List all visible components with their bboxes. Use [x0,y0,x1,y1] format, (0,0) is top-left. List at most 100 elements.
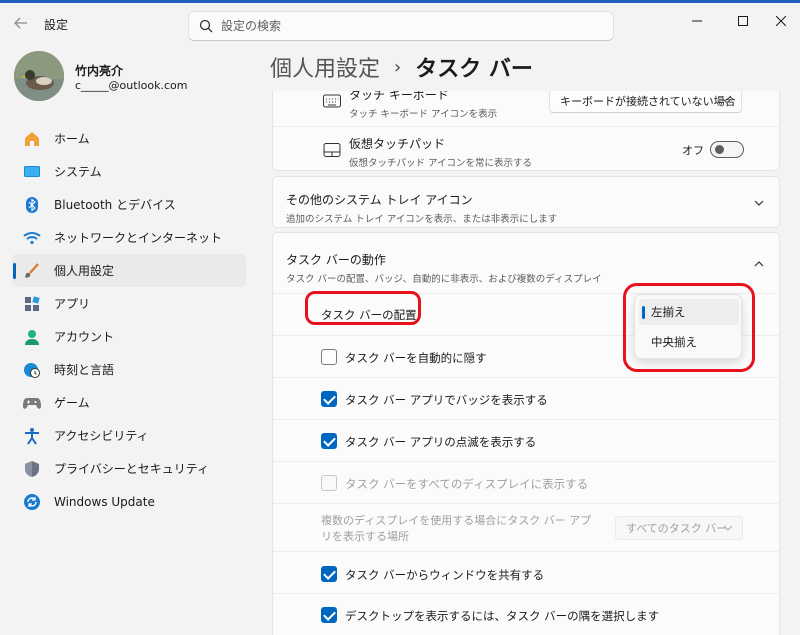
chevron-down-icon [722,98,732,104]
search-input[interactable] [221,19,601,33]
sidebar-item-label: システム [54,165,102,179]
chevron-down-icon [723,525,733,531]
back-button[interactable] [8,11,34,35]
share-window-row: タスク バーからウィンドウを共有する [273,551,780,593]
sidebar-item-label: アクセシビリティ [54,429,149,443]
all-displays-label: タスク バーをすべてのディスプレイに表示する [345,477,589,491]
close-icon [776,16,786,26]
account-icon [22,327,42,347]
badges-checkbox[interactable] [321,391,337,407]
other-tray-icons-card[interactable]: その他のシステム トレイ アイコン 追加のシステム トレイ アイコンを表示、また… [272,176,780,228]
search-icon [199,19,213,33]
sidebar-item-apps[interactable]: アプリ [12,287,246,320]
update-icon [22,492,42,512]
share-window-checkbox[interactable] [321,566,337,582]
badges-row: タスク バー アプリでバッジを表示する [273,377,780,419]
close-button[interactable] [764,9,798,33]
all-displays-checkbox[interactable] [321,475,337,491]
badges-label: タスク バー アプリでバッジを表示する [345,393,548,407]
user-email: c_____@outlook.com [75,79,188,92]
touchpad-icon [323,143,341,157]
sidebar-item-windows-update[interactable]: Windows Update [12,485,246,518]
page-title: タスク バー [415,57,533,82]
multi-display-value: すべてのタスク バー [626,522,728,535]
shield-icon [22,459,42,479]
taskbar-icons-card: タッチ キーボード タッチ キーボード アイコンを表示 キーボードが接続されてい… [272,91,780,171]
flashing-row: タスク バー アプリの点滅を表示する [273,419,780,461]
maximize-icon [738,16,748,26]
chevron-right-icon: › [394,56,402,78]
show-desktop-label: デスクトップを表示するには、タスク バーの隅を選択します [345,609,660,623]
avatar [14,51,64,101]
sidebar-item-accessibility[interactable]: アクセシビリティ [12,419,246,452]
sidebar-item-network[interactable]: ネットワークとインターネット [12,221,246,254]
share-window-label: タスク バーからウィンドウを共有する [345,568,545,582]
gamepad-icon [22,393,42,413]
other-tray-title: その他のシステム トレイ アイコン [286,193,473,207]
wifi-icon [22,228,42,248]
behaviors-title: タスク バーの動作 [286,253,386,267]
sidebar-item-label: ホーム [54,132,90,146]
multi-display-row: 複数のディスプレイを使用する場合にタスク バー アプリを表示する場所 すべてのタ… [273,503,780,551]
auto-hide-checkbox[interactable] [321,349,337,365]
sidebar-item-label: 時刻と言語 [54,363,115,377]
touch-keyboard-dropdown[interactable]: キーボードが接続されていない場合 [549,91,742,113]
search-box[interactable] [188,11,614,41]
clock-globe-icon [22,360,42,380]
accessibility-icon [22,426,42,446]
all-displays-row: タスク バーをすべてのディスプレイに表示する [273,461,780,503]
sidebar-item-gaming[interactable]: ゲーム [12,386,246,419]
flashing-checkbox[interactable] [321,433,337,449]
touch-keyboard-desc: タッチ キーボード アイコンを表示 [349,109,498,120]
sidebar-item-bluetooth[interactable]: Bluetooth とデバイス [12,188,246,221]
sidebar-item-label: Windows Update [54,494,155,509]
breadcrumb: 個人用設定 › タスク バー [270,51,533,83]
breadcrumb-parent[interactable]: 個人用設定 [270,51,380,83]
sidebar-item-system[interactable]: システム [12,155,246,188]
settings-window: 設定 竹内亮介 c_____@outlook.com [0,3,800,635]
show-desktop-row: デスクトップを表示するには、タスク バーの隅を選択します [273,593,780,635]
multi-display-dropdown[interactable]: すべてのタスク バー [615,516,743,540]
highlight-alignment-label [305,291,421,325]
chevron-down-icon [754,200,764,206]
keyboard-icon [323,94,341,108]
sidebar-nav: ホーム システム Bluetooth とデバイス ネットワークとインターネット … [12,122,246,518]
behaviors-desc: タスク バーの配置、バッジ、自動的に非表示、および複数のディスプレイ [286,274,602,285]
sidebar-item-label: アプリ [54,297,91,311]
home-icon [22,129,42,149]
sidebar-item-label: ゲーム [54,396,90,410]
avatar-duck-image [14,51,64,101]
virtual-touchpad-desc: 仮想タッチパッド アイコンを常に表示する [349,158,533,169]
other-tray-desc: 追加のシステム トレイ アイコンを表示、または非表示にします [286,214,558,225]
minimize-button[interactable] [680,9,714,33]
bluetooth-icon [22,195,42,215]
multi-display-label: 複数のディスプレイを使用する場合にタスク バー アプリを表示する場所 [321,514,592,543]
sidebar-item-label: アカウント [54,330,115,344]
show-desktop-checkbox[interactable] [321,607,337,623]
touch-keyboard-row: タッチ キーボード タッチ キーボード アイコンを表示 キーボードが接続されてい… [273,91,780,126]
title-bar: 設定 [0,3,800,43]
touch-keyboard-value: キーボードが接続されていない場合 [560,95,736,108]
maximize-button[interactable] [726,9,760,33]
chevron-up-icon [754,261,764,267]
virtual-touchpad-state: オフ [682,144,704,157]
apps-icon [22,294,42,314]
sidebar-item-accounts[interactable]: アカウント [12,320,246,353]
sidebar-item-label: 個人用設定 [54,264,115,278]
user-name: 竹内亮介 [75,64,124,78]
flashing-label: タスク バー アプリの点滅を表示する [345,435,537,449]
virtual-touchpad-title: 仮想タッチパッド [349,137,446,151]
virtual-touchpad-toggle[interactable] [710,141,744,158]
auto-hide-label: タスク バーを自動的に隠す [345,351,487,365]
minimize-icon [692,20,702,22]
sidebar-item-privacy[interactable]: プライバシーとセキュリティ [12,452,246,485]
system-icon [22,162,42,182]
sidebar-item-home[interactable]: ホーム [12,122,246,155]
highlight-alignment-menu [623,283,755,372]
virtual-touchpad-row: 仮想タッチパッド 仮想タッチパッド アイコンを常に表示する オフ [273,126,780,172]
touch-keyboard-title: タッチ キーボード [349,91,449,102]
app-title: 設定 [44,18,69,32]
sidebar-item-personalization[interactable]: 個人用設定 [12,254,246,287]
sidebar-item-time-language[interactable]: 時刻と言語 [12,353,246,386]
sidebar-item-label: ネットワークとインターネット [54,231,223,245]
